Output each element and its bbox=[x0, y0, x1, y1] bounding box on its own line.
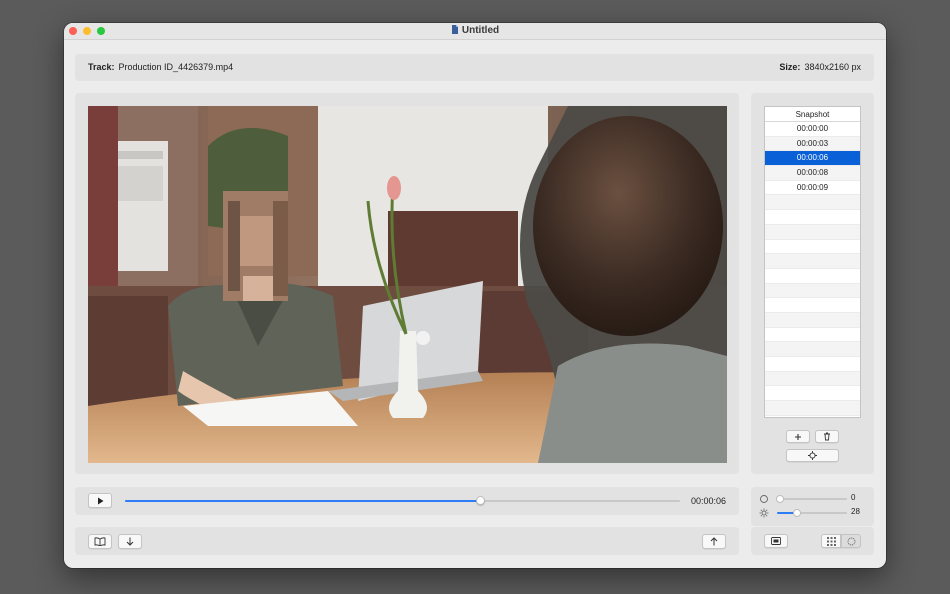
arrow-down-icon bbox=[126, 537, 134, 546]
empty-row bbox=[765, 283, 860, 299]
contrast-slider-knob[interactable] bbox=[776, 495, 784, 503]
track-label: Track: bbox=[88, 62, 115, 72]
size-label: Size: bbox=[779, 62, 801, 72]
arrow-up-icon bbox=[710, 537, 718, 546]
brightness-row: 28 bbox=[759, 507, 869, 519]
snapshot-panel: Snapshot 00:00:00 00:00:03 00:00:06 00:0… bbox=[751, 93, 874, 474]
timeline-progress bbox=[125, 500, 481, 502]
brightness-slider-knob[interactable] bbox=[792, 509, 801, 517]
window-title: Untitled bbox=[64, 25, 886, 36]
snapshot-row[interactable]: 00:00:03 bbox=[765, 136, 860, 152]
snapshot-column-header[interactable]: Snapshot bbox=[765, 107, 860, 122]
blur-button[interactable] bbox=[841, 534, 861, 548]
empty-row bbox=[765, 386, 860, 402]
adjustments-panel: 0 28 bbox=[751, 487, 874, 526]
bottom-toolbar bbox=[75, 527, 739, 555]
empty-row bbox=[765, 371, 860, 387]
empty-row bbox=[765, 210, 860, 225]
capture-snapshot-button[interactable] bbox=[786, 449, 839, 462]
snapshot-row[interactable]: 00:00:08 bbox=[765, 166, 860, 181]
pixelate-icon bbox=[826, 536, 836, 546]
sun-icon bbox=[759, 508, 769, 518]
empty-row bbox=[765, 224, 860, 240]
track-value: Production ID_4426379.mp4 bbox=[118, 62, 234, 72]
mask-icon bbox=[771, 537, 781, 545]
video-image bbox=[88, 106, 727, 463]
empty-row bbox=[765, 312, 860, 328]
track-info: Track: Production ID_4426379.mp4 bbox=[88, 62, 233, 72]
snapshot-row[interactable]: 00:00:00 bbox=[765, 122, 860, 137]
size-info: Size: 3840x2160 px bbox=[779, 62, 861, 72]
snapshot-table[interactable]: Snapshot 00:00:00 00:00:03 00:00:06 00:0… bbox=[764, 106, 861, 418]
snapshot-row[interactable]: 00:00:09 bbox=[765, 181, 860, 196]
contrast-value: 0 bbox=[851, 493, 856, 502]
delete-snapshot-button[interactable] bbox=[815, 430, 839, 443]
download-button[interactable] bbox=[118, 534, 142, 549]
empty-row bbox=[765, 328, 860, 343]
empty-row bbox=[765, 342, 860, 357]
empty-row bbox=[765, 269, 860, 284]
pixelate-button[interactable] bbox=[821, 534, 841, 548]
empty-row bbox=[765, 195, 860, 211]
video-frame[interactable] bbox=[88, 106, 727, 463]
video-panel bbox=[75, 93, 739, 474]
blur-icon bbox=[847, 537, 855, 545]
document-icon bbox=[451, 25, 458, 34]
circle-icon bbox=[760, 495, 768, 503]
brightness-slider[interactable] bbox=[777, 509, 847, 517]
current-time: 00:00:06 bbox=[690, 496, 726, 506]
play-icon bbox=[97, 497, 103, 504]
empty-row bbox=[765, 254, 860, 269]
empty-row bbox=[765, 240, 860, 255]
empty-row bbox=[765, 298, 860, 313]
brightness-value: 28 bbox=[851, 507, 860, 516]
empty-row bbox=[765, 357, 860, 372]
play-button[interactable] bbox=[88, 493, 112, 508]
add-snapshot-button[interactable] bbox=[786, 430, 810, 443]
snapshot-row-selected[interactable]: 00:00:06 bbox=[765, 151, 860, 167]
timeline-scrubber[interactable] bbox=[125, 496, 680, 505]
library-button[interactable] bbox=[88, 534, 112, 549]
window-title-text: Untitled bbox=[461, 25, 500, 36]
app-window: Untitled Track: Production ID_4426379.mp4… bbox=[64, 23, 886, 568]
timeline-knob[interactable] bbox=[475, 496, 485, 505]
book-icon bbox=[94, 537, 106, 546]
mask-toolbar bbox=[751, 527, 874, 555]
mask-button[interactable] bbox=[764, 534, 788, 548]
size-value: 3840x2160 px bbox=[804, 62, 861, 72]
contrast-slider[interactable] bbox=[776, 495, 847, 503]
contrast-row: 0 bbox=[759, 493, 869, 505]
title-bar: Untitled bbox=[64, 23, 886, 40]
empty-row bbox=[765, 401, 860, 416]
playback-controls: 00:00:06 bbox=[75, 487, 739, 515]
target-icon bbox=[808, 451, 817, 460]
plus-icon bbox=[795, 433, 801, 440]
trash-icon bbox=[824, 432, 830, 441]
info-bar: Track: Production ID_4426379.mp4 Size: 384… bbox=[75, 54, 874, 81]
export-button[interactable] bbox=[702, 534, 726, 549]
